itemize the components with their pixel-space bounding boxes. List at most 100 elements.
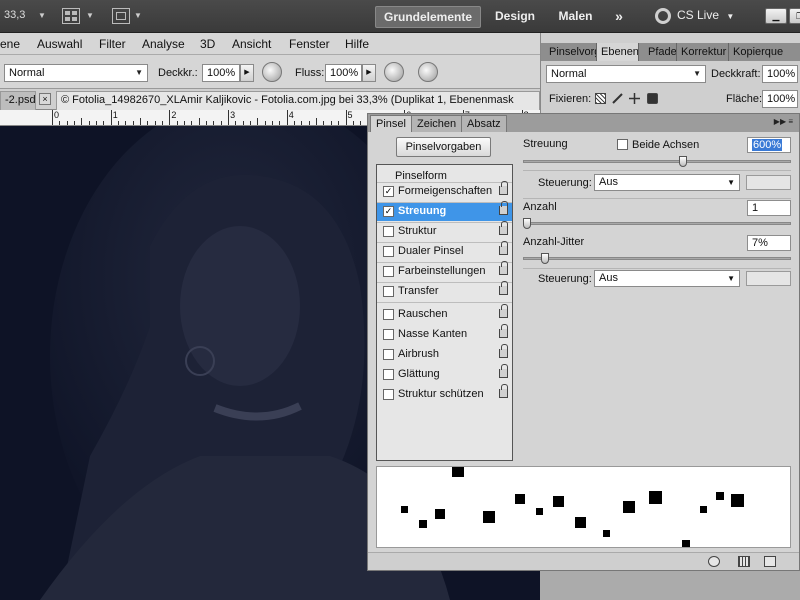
brush-tip-shape-item[interactable]: Pinselform: [395, 170, 447, 182]
scatter-value-field[interactable]: 600%: [747, 137, 791, 153]
workspace-grundelemente[interactable]: Grundelemente: [375, 6, 481, 28]
count-jitter-slider-track[interactable]: [523, 257, 791, 260]
screen-mode-icon[interactable]: [112, 8, 130, 24]
count-slider-track[interactable]: [523, 222, 791, 225]
brush-option-struktur[interactable]: Struktur: [377, 221, 512, 241]
brush-option-airbrush[interactable]: Airbrush: [377, 344, 512, 364]
lock-icon[interactable]: [499, 324, 508, 338]
brush-option-streuung[interactable]: ✓ Streuung: [377, 201, 512, 221]
option-checkbox[interactable]: [383, 309, 394, 320]
pressure-opacity-icon[interactable]: [262, 62, 282, 82]
lock-icon[interactable]: [499, 261, 508, 275]
lock-icon[interactable]: [499, 344, 508, 358]
open-preset-manager-icon[interactable]: [738, 556, 750, 567]
restore-button[interactable]: ❐: [789, 8, 800, 24]
flow-field[interactable]: 100%: [325, 64, 362, 82]
flow-slider-toggle-icon[interactable]: ▶: [362, 64, 376, 82]
lock-icon[interactable]: [499, 181, 508, 195]
pressure-size-icon[interactable]: [418, 62, 438, 82]
lock-icon[interactable]: [499, 221, 508, 235]
menu-auswahl[interactable]: Auswahl: [37, 37, 82, 51]
lock-position-icon[interactable]: [629, 93, 640, 104]
arrange-documents-icon[interactable]: [62, 8, 80, 24]
lock-icon[interactable]: [499, 281, 508, 295]
more-workspaces-icon[interactable]: »: [608, 6, 630, 28]
brush-option-formeigenschaften[interactable]: ✓ Formeigenschaften: [377, 181, 512, 201]
option-checkbox[interactable]: [383, 266, 394, 277]
both-axes-checkbox[interactable]: [617, 139, 628, 150]
brush-option-nasse-kanten[interactable]: Nasse Kanten: [377, 324, 512, 344]
option-checkbox[interactable]: [383, 349, 394, 360]
menu-analyse[interactable]: Analyse: [142, 37, 185, 51]
arrange-dropdown-icon[interactable]: ▼: [86, 11, 94, 20]
create-new-brush-icon[interactable]: [764, 556, 776, 567]
screen-mode-dropdown-icon[interactable]: ▼: [134, 11, 142, 20]
control2-select[interactable]: Aus ▼: [594, 270, 740, 287]
workspace-malen[interactable]: Malen: [553, 6, 598, 28]
menu-ebene[interactable]: ene: [0, 37, 20, 51]
brush-option-glättung[interactable]: Glättung: [377, 364, 512, 384]
lock-image-icon[interactable]: [612, 93, 623, 104]
brush-presets-button[interactable]: Pinselvorgaben: [396, 137, 491, 157]
control-select[interactable]: Aus ▼: [594, 174, 740, 191]
zoom-level[interactable]: 33,3: [4, 9, 25, 21]
menu-filter[interactable]: Filter: [99, 37, 126, 51]
tab-kopierquelle[interactable]: Kopierque: [729, 43, 800, 61]
brush-option-transfer[interactable]: Transfer: [377, 281, 512, 301]
zoom-dropdown-icon[interactable]: ▼: [38, 11, 46, 20]
tab-korrektur[interactable]: Korrektur: [677, 43, 729, 61]
tab-pfade[interactable]: Pfade: [644, 43, 677, 61]
lock-icon[interactable]: [499, 201, 508, 215]
layer-blend-mode-select[interactable]: Normal ▼: [546, 65, 706, 83]
blend-mode-value: Normal: [9, 67, 45, 79]
scatter-slider-track[interactable]: [523, 160, 791, 163]
panel-menu-icon[interactable]: ▶▶ ≡: [774, 117, 793, 126]
count-slider-thumb[interactable]: [523, 218, 531, 229]
cs-live-menu[interactable]: CS Live ▼: [655, 8, 734, 24]
tab-pinsel[interactable]: Pinsel: [370, 115, 412, 132]
menu-ansicht[interactable]: Ansicht: [232, 37, 271, 51]
menu-3d[interactable]: 3D: [200, 37, 215, 51]
divider: [523, 170, 791, 171]
tab-ebenen[interactable]: Ebenen: [597, 43, 639, 61]
count-value-field[interactable]: 1: [747, 200, 791, 216]
tab-absatz[interactable]: Absatz: [461, 115, 507, 132]
brush-option-dualer-pinsel[interactable]: Dualer Pinsel: [377, 241, 512, 261]
lock-icon[interactable]: [499, 241, 508, 255]
brush-option-rauschen[interactable]: Rauschen: [377, 304, 512, 324]
opacity-field[interactable]: 100%: [202, 64, 240, 82]
lock-transparent-icon[interactable]: [595, 93, 606, 104]
airbrush-toggle-icon[interactable]: [384, 62, 404, 82]
layer-opacity-field[interactable]: 100%: [762, 65, 798, 83]
option-checkbox[interactable]: [383, 246, 394, 257]
menu-hilfe[interactable]: Hilfe: [345, 37, 369, 51]
workspace-design[interactable]: Design: [489, 6, 541, 28]
minimize-button[interactable]: ▁: [765, 8, 787, 24]
menu-fenster[interactable]: Fenster: [289, 37, 330, 51]
option-checkbox[interactable]: [383, 389, 394, 400]
lock-icon[interactable]: [499, 304, 508, 318]
option-checkbox[interactable]: ✓: [383, 186, 394, 197]
count-jitter-slider-thumb[interactable]: [541, 253, 550, 264]
option-checkbox[interactable]: [383, 329, 394, 340]
brush-option-struktur-schützen[interactable]: Struktur schützen: [377, 384, 512, 404]
option-checkbox[interactable]: [383, 369, 394, 380]
option-checkbox[interactable]: [383, 226, 394, 237]
close-tab-icon[interactable]: ×: [39, 93, 51, 105]
count-jitter-value-field[interactable]: 7%: [747, 235, 791, 251]
document-tab-active[interactable]: © Fotolia_14982670_XLAmir Kaljikovic - F…: [56, 91, 540, 110]
opacity-slider-toggle-icon[interactable]: ▶: [240, 64, 254, 82]
document-tab-previous[interactable]: -2.psd: [0, 91, 36, 110]
option-checkbox[interactable]: [383, 286, 394, 297]
tab-pinselvorgaben[interactable]: Pinselvorga: [545, 43, 597, 61]
brush-option-farbeinstellungen[interactable]: Farbeinstellungen: [377, 261, 512, 281]
blend-mode-select[interactable]: Normal ▼: [4, 64, 148, 82]
fill-field[interactable]: 100%: [762, 90, 798, 108]
scatter-slider-thumb[interactable]: [679, 156, 687, 167]
toggle-live-tip-preview-icon[interactable]: [708, 556, 720, 567]
tab-zeichen[interactable]: Zeichen: [411, 115, 463, 132]
lock-all-icon[interactable]: [647, 93, 658, 104]
lock-icon[interactable]: [499, 364, 508, 378]
option-checkbox[interactable]: ✓: [383, 206, 394, 217]
lock-icon[interactable]: [499, 384, 508, 398]
